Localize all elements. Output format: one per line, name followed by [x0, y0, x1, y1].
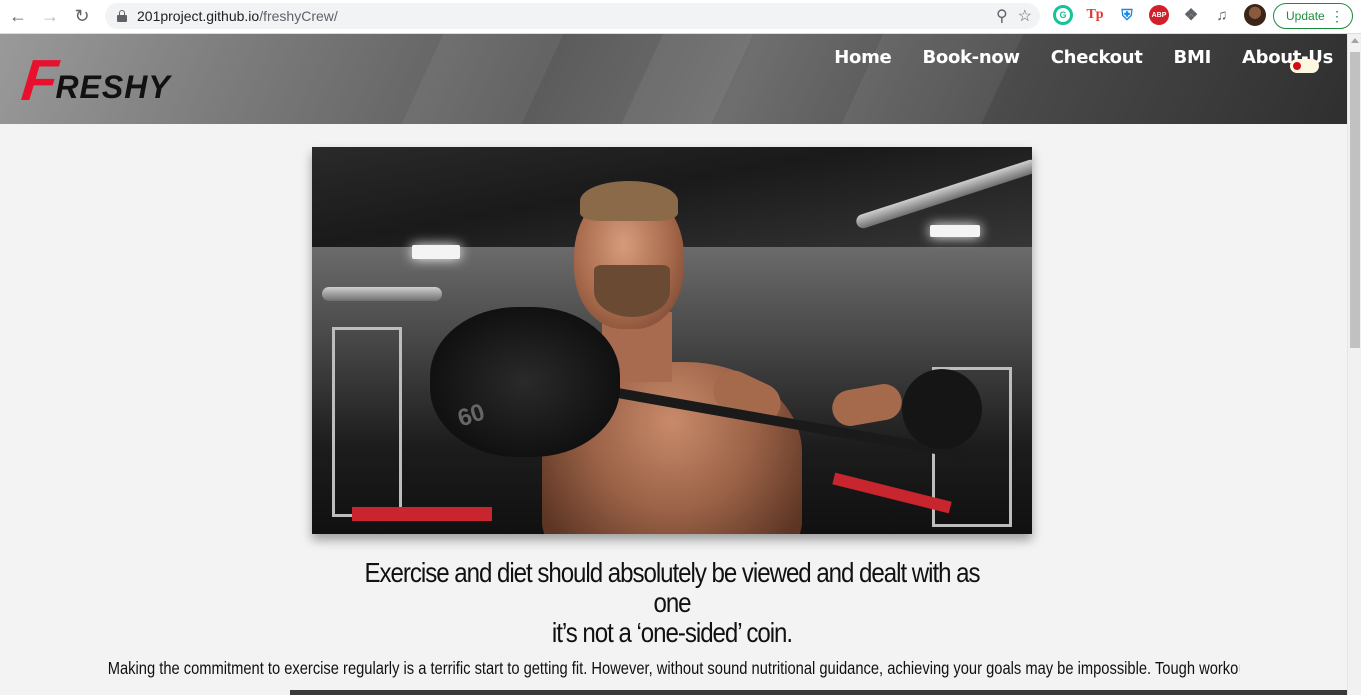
avatar[interactable]	[1244, 4, 1266, 26]
lock-icon	[117, 10, 127, 22]
ceiling-duct	[322, 287, 442, 301]
weight-plate	[902, 369, 982, 449]
scroll-thumb[interactable]	[1350, 52, 1360, 348]
weight-plate: 60	[430, 307, 620, 457]
reload-icon[interactable]: ↻	[68, 3, 96, 31]
main-nav: Home Book-now Checkout BMI About-Us	[834, 47, 1333, 68]
nav-checkout[interactable]: Checkout	[1051, 47, 1143, 68]
media-icon[interactable]: ♫	[1212, 5, 1232, 25]
forward-arrow-icon[interactable]: →	[36, 3, 64, 31]
bottom-overlay-bar	[290, 690, 1347, 695]
intro-paragraph: Making the commitment to exercise regula…	[107, 658, 1239, 678]
athlete-hair	[580, 181, 678, 221]
headline-line-2: it’s not a ‘one-sided’ coin.	[551, 617, 793, 648]
nav-book-now[interactable]: Book-now	[922, 47, 1020, 68]
shield-icon[interactable]: ⛨	[1117, 5, 1137, 25]
nav-about-us[interactable]: About-Us	[1242, 47, 1333, 68]
nav-home[interactable]: Home	[834, 47, 892, 68]
header-facet	[392, 34, 568, 124]
logo-rest: RESHY	[55, 69, 171, 105]
page-scrollbar[interactable]	[1347, 34, 1361, 695]
grammarly-icon[interactable]: G	[1053, 5, 1073, 25]
abp-icon[interactable]: ABP	[1149, 5, 1169, 25]
red-bench	[352, 507, 492, 521]
plate-number: 60	[454, 398, 489, 433]
hero-image: 60	[312, 147, 1032, 534]
bookmark-star-icon[interactable]: ☆	[1018, 6, 1032, 26]
url-text[interactable]: 201project.github.io/freshyCrew/	[137, 8, 338, 24]
ceiling-light	[930, 225, 980, 237]
logo-initial: F	[18, 48, 61, 113]
site-logo[interactable]: F RESHY	[18, 48, 171, 113]
back-arrow-icon[interactable]: ←	[4, 3, 32, 31]
update-label: Update	[1286, 9, 1325, 23]
ceiling-light	[412, 245, 460, 259]
theme-toggle[interactable]	[1290, 59, 1319, 73]
puzzle-icon[interactable]: ❖	[1181, 5, 1201, 25]
tp-icon[interactable]: Tp	[1085, 5, 1105, 25]
url-host: 201project.github.io	[137, 8, 260, 24]
header-facet	[612, 34, 758, 124]
browser-toolbar: ← → ↻ 201project.github.io/freshyCrew/ ⚲…	[0, 0, 1361, 34]
url-path: /freshyCrew/	[259, 8, 338, 24]
update-button[interactable]: Update ⋮	[1273, 3, 1353, 29]
athlete-beard	[594, 265, 670, 317]
zoom-icon[interactable]: ⚲	[996, 6, 1008, 26]
toggle-knob	[1293, 62, 1301, 70]
site-header: F RESHY Home Book-now Checkout BMI About…	[0, 34, 1347, 124]
gym-machine	[332, 327, 402, 517]
page-headline: Exercise and diet should absolutely be v…	[362, 558, 981, 648]
nav-bmi[interactable]: BMI	[1174, 47, 1212, 68]
address-bar[interactable]: 201project.github.io/freshyCrew/ ⚲ ☆	[105, 3, 1040, 29]
scroll-up-arrow-icon[interactable]	[1351, 38, 1359, 43]
menu-dots-icon[interactable]: ⋮	[1330, 7, 1344, 25]
headline-line-1: Exercise and diet should absolutely be v…	[364, 557, 980, 618]
